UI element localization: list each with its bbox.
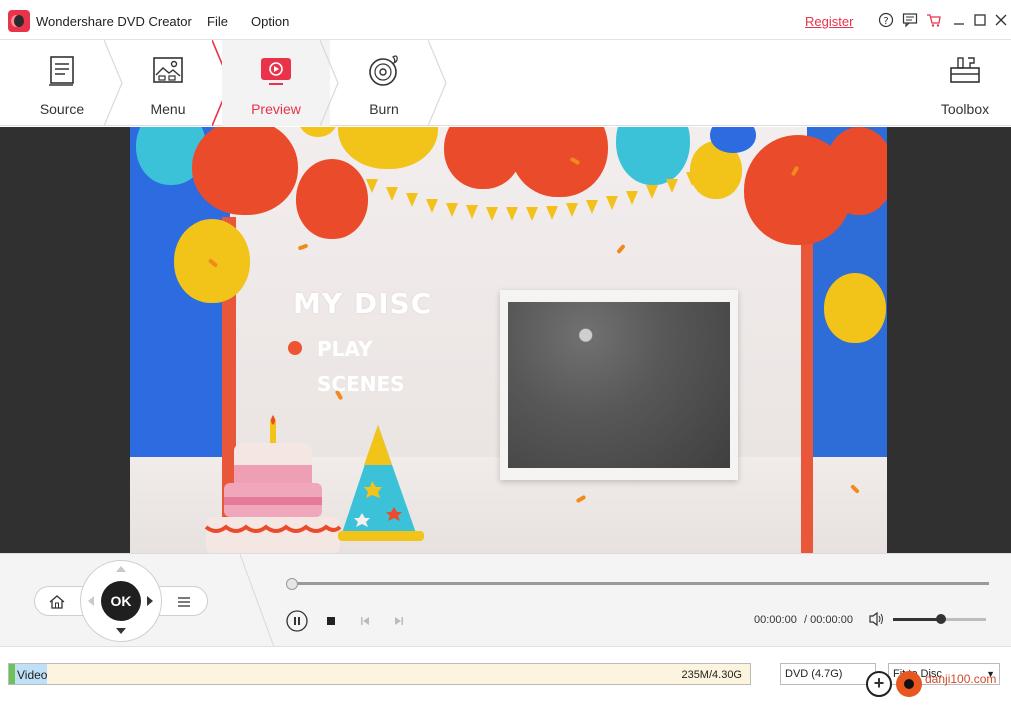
balloon bbox=[824, 273, 886, 343]
video-thumbnail bbox=[508, 302, 730, 468]
watermark-text: danji100.com bbox=[925, 672, 997, 686]
status-bar: Video 235M/4.30G DVD (4.7G) Fit to Disc … bbox=[0, 646, 1011, 705]
cake-illustration bbox=[204, 415, 342, 553]
pennant bbox=[566, 203, 578, 217]
pennant bbox=[666, 179, 678, 193]
pennant bbox=[466, 205, 478, 219]
volume-level bbox=[893, 618, 940, 621]
menu-selection-bullet bbox=[288, 341, 302, 355]
tab-burn[interactable]: Burn bbox=[330, 40, 438, 126]
pennant bbox=[586, 200, 598, 214]
pennant bbox=[506, 207, 518, 221]
app-title: Wondershare DVD Creator bbox=[36, 14, 192, 29]
pennant bbox=[646, 185, 658, 199]
menu-preview-stage[interactable]: MY DISC PLAY SCENES bbox=[130, 127, 887, 553]
pennant bbox=[406, 193, 418, 207]
tab-menu-label: Menu bbox=[150, 101, 186, 117]
source-icon bbox=[49, 56, 74, 86]
record-button[interactable] bbox=[896, 671, 922, 697]
arrow-left-icon[interactable] bbox=[88, 596, 94, 606]
help-icon[interactable]: ? bbox=[878, 12, 894, 28]
total-time: / 00:00:00 bbox=[804, 614, 853, 626]
disc-capacity-bar: Video 235M/4.30G bbox=[8, 663, 751, 685]
volume-thumb[interactable] bbox=[936, 614, 946, 624]
pennant bbox=[606, 196, 618, 210]
preview-menu-title: MY DISC bbox=[293, 287, 433, 320]
tab-source-label: Source bbox=[39, 101, 85, 117]
balloon bbox=[298, 127, 338, 137]
title-bar: Wondershare DVD Creator File Option Regi… bbox=[0, 0, 1011, 40]
next-chapter-button[interactable] bbox=[388, 610, 410, 632]
toolbox-icon bbox=[950, 57, 980, 83]
previous-chapter-button[interactable] bbox=[354, 610, 376, 632]
arrow-right-icon[interactable] bbox=[147, 596, 153, 606]
pennant bbox=[686, 172, 698, 186]
minimize-icon[interactable] bbox=[951, 12, 967, 28]
playback-controls: OK 00:00:00 / 00:00:00 bbox=[0, 553, 1011, 647]
capacity-size: 235M/4.30G bbox=[681, 669, 742, 681]
pause-button[interactable] bbox=[286, 610, 308, 632]
burn-disc-icon bbox=[369, 55, 398, 86]
add-button[interactable]: + bbox=[866, 671, 892, 697]
balloon bbox=[510, 127, 608, 197]
tab-preview[interactable]: Preview bbox=[222, 40, 330, 126]
menu-option[interactable]: Option bbox=[251, 14, 289, 29]
feedback-icon[interactable] bbox=[902, 12, 918, 28]
current-time: 00:00:00 bbox=[754, 614, 797, 626]
cart-icon[interactable] bbox=[926, 12, 942, 28]
tab-menu[interactable]: Menu bbox=[114, 40, 222, 126]
home-icon[interactable] bbox=[48, 594, 66, 610]
tab-source[interactable]: Source bbox=[8, 40, 116, 126]
menu-list-icon[interactable] bbox=[176, 594, 192, 610]
pennant bbox=[546, 206, 558, 220]
preview-area: MY DISC PLAY SCENES bbox=[0, 127, 1011, 553]
seek-thumb[interactable] bbox=[286, 578, 298, 590]
balloon bbox=[296, 159, 368, 239]
pennant bbox=[386, 187, 398, 201]
balloon bbox=[338, 127, 438, 169]
balloon bbox=[192, 127, 298, 215]
ok-button[interactable]: OK bbox=[101, 581, 141, 621]
preview-menu-scenes[interactable]: SCENES bbox=[317, 372, 405, 396]
pennant bbox=[366, 179, 378, 193]
step-bar: Source Menu Preview Burn Toolbox bbox=[0, 40, 1011, 126]
preview-icon bbox=[261, 58, 291, 85]
svg-text:?: ? bbox=[883, 16, 888, 27]
confetti bbox=[297, 243, 309, 251]
arrow-up-icon[interactable] bbox=[116, 566, 126, 572]
stop-button[interactable] bbox=[320, 610, 342, 632]
controls-divider bbox=[240, 554, 275, 647]
backdrop-frame bbox=[801, 237, 813, 553]
toolbox-button[interactable]: Toolbox bbox=[919, 40, 1011, 126]
balloon bbox=[824, 127, 887, 215]
tab-burn-label: Burn bbox=[369, 101, 399, 117]
pennant bbox=[426, 199, 438, 213]
app-logo-icon bbox=[8, 10, 30, 32]
pennant bbox=[526, 207, 538, 221]
volume-icon[interactable] bbox=[868, 611, 886, 627]
disc-type-select[interactable]: DVD (4.7G) bbox=[780, 663, 876, 685]
confetti bbox=[616, 243, 626, 255]
pennant bbox=[486, 207, 498, 221]
seek-bar[interactable] bbox=[292, 582, 989, 585]
step-separator bbox=[428, 40, 447, 126]
arrow-down-icon[interactable] bbox=[116, 628, 126, 634]
maximize-icon[interactable] bbox=[972, 12, 988, 28]
close-icon[interactable] bbox=[993, 12, 1009, 28]
menu-template-icon bbox=[153, 57, 183, 83]
menu-file[interactable]: File bbox=[207, 14, 228, 29]
toolbox-label: Toolbox bbox=[940, 101, 990, 117]
tab-preview-label: Preview bbox=[251, 101, 301, 117]
pennant bbox=[446, 203, 458, 217]
party-hat-illustration bbox=[338, 425, 424, 541]
preview-menu-play[interactable]: PLAY bbox=[317, 337, 372, 361]
register-link[interactable]: Register bbox=[805, 14, 853, 29]
pennant bbox=[626, 191, 638, 205]
balloon bbox=[616, 127, 690, 185]
capacity-label: Video bbox=[17, 668, 48, 682]
thumbnail-frame bbox=[500, 290, 738, 480]
